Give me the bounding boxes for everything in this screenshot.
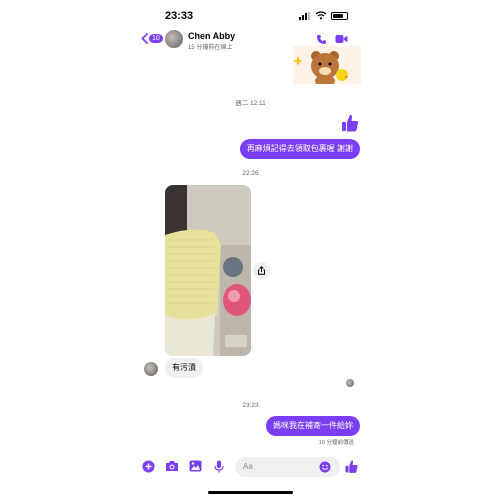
- share-button[interactable]: [253, 262, 270, 279]
- timestamp: 23:23: [242, 402, 259, 409]
- contact-avatar[interactable]: [165, 30, 183, 48]
- message-input[interactable]: Aa: [235, 457, 340, 477]
- incoming-message[interactable]: 有污漬: [165, 358, 203, 378]
- photo-attachment[interactable]: [165, 185, 251, 356]
- signal-icon: [299, 11, 311, 20]
- thumbs-up-icon[interactable]: [344, 459, 359, 474]
- delivered-status: 10 分鐘前傳送: [318, 440, 354, 446]
- timestamp: 22:26: [242, 170, 259, 177]
- video-camera-icon[interactable]: [335, 34, 348, 44]
- message-input-placeholder: Aa: [243, 462, 253, 471]
- emoji-icon[interactable]: [319, 461, 331, 473]
- message-composer: Aa: [135, 456, 366, 478]
- home-indicator: [208, 491, 293, 494]
- contact-name[interactable]: Chen Abby: [188, 31, 235, 41]
- photo-content: [165, 185, 251, 356]
- battery-icon: [331, 11, 348, 20]
- image-icon[interactable]: [189, 460, 202, 472]
- wifi-icon: [315, 11, 327, 20]
- microphone-icon[interactable]: [214, 460, 224, 473]
- messenger-screen: 23:33 10 Chen Abby 15 分鐘前在線上 週二 12:11 再麻…: [135, 0, 366, 500]
- thumbs-up-icon[interactable]: [340, 113, 360, 133]
- plus-icon[interactable]: [142, 460, 155, 473]
- outgoing-message[interactable]: 媽咪我在補寄一件給妳: [266, 416, 360, 436]
- status-time: 23:33: [165, 10, 194, 22]
- share-icon: [258, 266, 265, 275]
- camera-icon[interactable]: [165, 460, 179, 472]
- bear-sticker: [293, 46, 361, 84]
- status-icons: [299, 11, 348, 20]
- contact-status: 15 分鐘前在線上: [188, 45, 233, 51]
- back-chevron-icon: [141, 33, 148, 44]
- unread-badge: 10: [149, 34, 163, 43]
- contact-avatar-small[interactable]: [144, 362, 158, 376]
- seen-indicator-avatar: [346, 379, 354, 387]
- phone-icon[interactable]: [316, 34, 327, 45]
- outgoing-message[interactable]: 再麻煩記得去領取包裹喔 謝謝: [239, 139, 360, 159]
- back-button[interactable]: 10: [141, 33, 163, 44]
- timestamp: 週二 12:11: [235, 100, 266, 107]
